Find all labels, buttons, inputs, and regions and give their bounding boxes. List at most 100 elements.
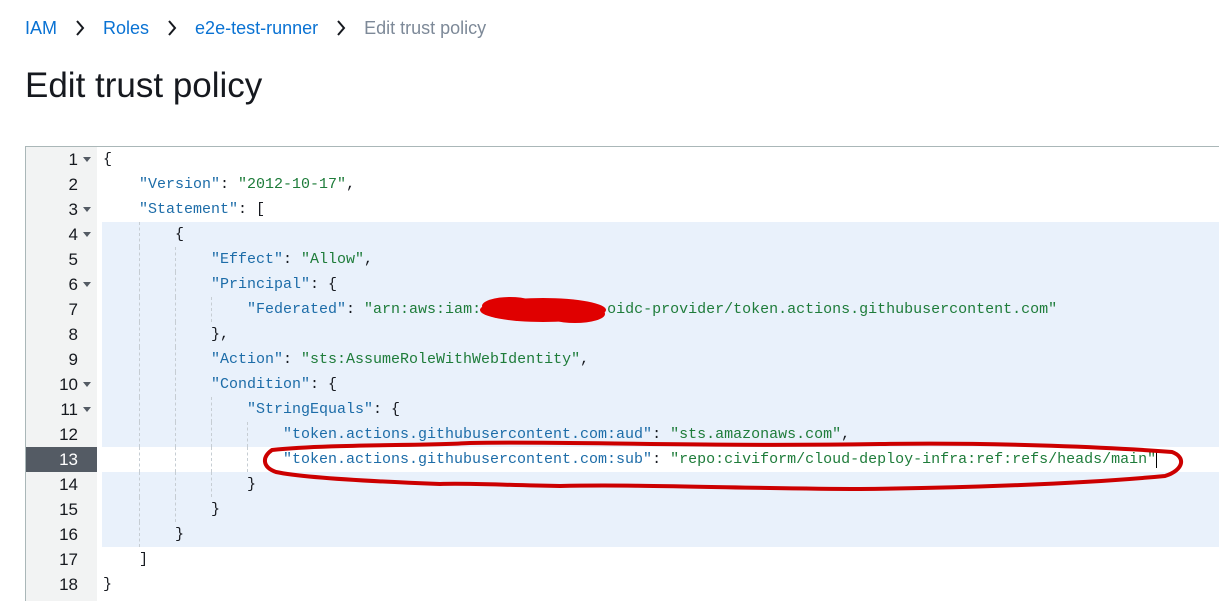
fold-caret-icon[interactable] xyxy=(81,397,93,422)
breadcrumb-role-link[interactable]: e2e-test-runner xyxy=(195,18,318,39)
code-line[interactable]: 4{ xyxy=(26,222,1219,247)
code-line-background xyxy=(102,322,1219,347)
policy-code-editor[interactable]: 1{2 "Version": "2012-10-17", 3 "Statement":… xyxy=(25,146,1219,601)
json-string: "2012-10-17" xyxy=(238,176,347,193)
line-number: 11 xyxy=(60,400,78,419)
indent-guide xyxy=(247,422,249,447)
line-number: 4 xyxy=(68,225,78,244)
code-text: "token.actions.githubusercontent.com:aud… xyxy=(283,426,851,443)
fold-caret-icon[interactable] xyxy=(81,197,93,222)
code-line[interactable]: 8}, xyxy=(26,322,1219,347)
json-string: "sts:AssumeRoleWithWebIdentity" xyxy=(301,351,581,368)
code-line[interactable]: 16} xyxy=(26,522,1219,547)
code-punct: : { xyxy=(310,276,338,293)
breadcrumb: IAM Roles e2e-test-runner Edit trust pol… xyxy=(25,15,486,41)
code-punct: { xyxy=(103,151,113,168)
line-number: 16 xyxy=(59,525,78,544)
code-text: "Version": "2012-10-17", xyxy=(139,176,356,193)
indent-guide xyxy=(175,347,177,372)
indent-guide xyxy=(175,397,177,422)
code-line[interactable]: 18} xyxy=(26,572,1219,597)
json-key: "Condition" xyxy=(211,376,311,393)
json-string: "Allow" xyxy=(301,251,365,268)
code-line-background xyxy=(102,197,1219,222)
breadcrumb-iam-link[interactable]: IAM xyxy=(25,18,57,39)
chevron-right-icon xyxy=(65,15,95,41)
code-line[interactable]: 9 "Action": "sts:AssumeRoleWithWebIdentit… xyxy=(26,347,1219,372)
indent-guide xyxy=(175,272,177,297)
code-text: "Effect": "Allow", xyxy=(211,251,374,268)
indent-guide xyxy=(175,322,177,347)
code-punct: : { xyxy=(310,376,338,393)
code-text: ] xyxy=(139,547,148,572)
indent-guide xyxy=(139,272,141,297)
json-string: "sts.amazonaws.com" xyxy=(670,426,842,443)
code-text: } xyxy=(175,522,184,547)
json-key: "Principal" xyxy=(211,276,311,293)
code-text: "Action": "sts:AssumeRoleWithWebIdentity… xyxy=(211,351,590,368)
code-text: "StringEquals": { xyxy=(247,397,400,422)
code-punct: , xyxy=(364,251,374,268)
code-text: } xyxy=(211,497,220,522)
fold-caret-icon[interactable] xyxy=(81,147,93,172)
json-key: "Effect" xyxy=(211,251,284,268)
code-line[interactable]: 17] xyxy=(26,547,1219,572)
line-number: 3 xyxy=(68,200,78,219)
indent-guide xyxy=(211,422,213,447)
fold-caret-icon[interactable] xyxy=(81,272,93,297)
code-line-background xyxy=(102,572,1219,597)
indent-guide xyxy=(139,347,141,372)
code-text: { xyxy=(175,222,184,247)
code-line[interactable]: 14} xyxy=(26,472,1219,497)
line-number: 5 xyxy=(68,250,78,269)
code-punct: : [ xyxy=(238,201,266,218)
code-text: }, xyxy=(211,322,229,347)
line-number: 18 xyxy=(59,575,78,594)
indent-guide xyxy=(175,472,177,497)
line-number: 7 xyxy=(68,300,78,319)
indent-guide xyxy=(211,447,213,472)
indent-guide xyxy=(211,397,213,422)
indent-guide xyxy=(139,222,141,247)
indent-guide xyxy=(139,297,141,322)
fold-caret-icon[interactable] xyxy=(81,222,93,247)
json-string: oidc-provider/token.actions.githubuserco… xyxy=(607,301,1058,318)
line-number: 9 xyxy=(68,350,78,369)
indent-guide xyxy=(139,447,141,472)
indent-guide xyxy=(139,397,141,422)
line-number: 13 xyxy=(59,450,78,469)
code-line[interactable]: 5 "Effect": "Allow", xyxy=(26,247,1219,272)
code-punct: }, xyxy=(211,326,230,343)
indent-guide xyxy=(211,472,213,497)
json-key: "Statement" xyxy=(139,201,239,218)
text-cursor xyxy=(1156,450,1158,469)
code-line[interactable]: 12 "token.actions.githubusercontent.com:a… xyxy=(26,422,1219,447)
code-punct: , xyxy=(346,176,356,193)
indent-guide xyxy=(139,247,141,272)
code-line[interactable]: 11 "StringEquals": { xyxy=(26,397,1219,422)
code-line[interactable]: 6 "Principal": { xyxy=(26,272,1219,297)
code-line[interactable]: 2 "Version": "2012-10-17", xyxy=(26,172,1219,197)
breadcrumb-roles-link[interactable]: Roles xyxy=(103,18,149,39)
code-line[interactable]: 13 "token.actions.githubusercontent.com:s… xyxy=(26,447,1219,472)
line-number: 17 xyxy=(59,550,78,569)
json-key: "Version" xyxy=(139,176,221,193)
line-number: 10 xyxy=(59,375,78,394)
code-line[interactable]: 1{ xyxy=(26,147,1219,172)
chevron-right-icon xyxy=(157,15,187,41)
indent-guide xyxy=(139,322,141,347)
indent-guide xyxy=(175,372,177,397)
code-line[interactable]: 15} xyxy=(26,497,1219,522)
line-number: 6 xyxy=(68,275,78,294)
page-title: Edit trust policy xyxy=(25,66,263,105)
breadcrumb-current: Edit trust policy xyxy=(364,17,487,38)
line-number: 1 xyxy=(68,150,78,169)
indent-guide xyxy=(175,422,177,447)
code-line[interactable]: 10 "Condition": { xyxy=(26,372,1219,397)
code-line[interactable]: 3 "Statement": [ xyxy=(26,197,1219,222)
code-text: } xyxy=(247,472,256,497)
code-line-background xyxy=(102,472,1219,497)
code-punct: } xyxy=(103,576,113,593)
code-line[interactable]: 7 "Federated": "arn:aws:iam: oidc-provider… xyxy=(26,297,1219,322)
fold-caret-icon[interactable] xyxy=(81,372,93,397)
